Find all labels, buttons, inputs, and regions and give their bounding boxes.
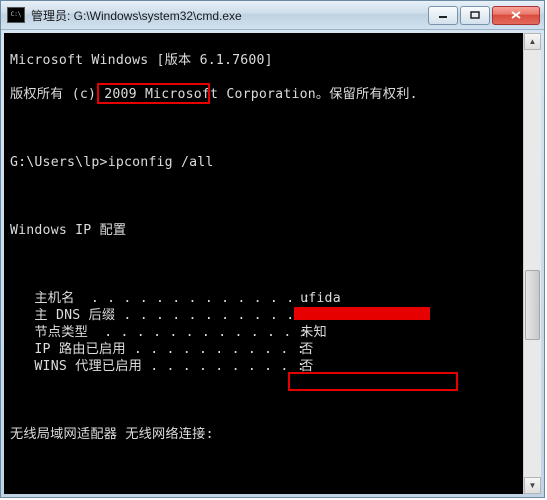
blank-line	[10, 392, 519, 409]
config-row: 主 DNS 后缀 . . . . . . . . . . . :	[10, 307, 519, 324]
heading-adapter: 无线局域网适配器 无线网络连接:	[10, 426, 519, 443]
line-copyright: 版权所有 (c) 2009 Microsoft Corporation。保留所有…	[10, 86, 519, 103]
scroll-down-button[interactable]: ▼	[524, 477, 541, 494]
config-row: IP 路由已启用 . . . . . . . . . . : 否	[10, 341, 519, 358]
config-value: 否	[292, 341, 314, 358]
close-button[interactable]	[492, 6, 540, 25]
console-client-area: Microsoft Windows [版本 6.1.7600] 版权所有 (c)…	[1, 30, 544, 497]
config-value: ufida	[292, 290, 341, 307]
heading-ipconfig: Windows IP 配置	[10, 222, 519, 239]
minimize-icon	[438, 11, 448, 19]
maximize-button[interactable]	[460, 6, 490, 25]
scroll-up-button[interactable]: ▲	[524, 33, 541, 50]
scroll-thumb[interactable]	[525, 270, 540, 340]
window-frame: 管理员: G:\Windows\system32\cmd.exe Microso…	[0, 0, 545, 498]
close-icon	[511, 11, 521, 19]
config-row: 主机名 . . . . . . . . . . . . . : ufida	[10, 290, 519, 307]
config-label: WINS 代理已启用 . . . . . . . . . :	[10, 358, 292, 375]
config-label: 节点类型 . . . . . . . . . . . . :	[10, 324, 292, 341]
blank-line	[10, 188, 519, 205]
prompt-line: G:\Users\lp>ipconfig /all	[10, 154, 519, 171]
minimize-button[interactable]	[428, 6, 458, 25]
typed-command: ipconfig /all	[108, 155, 214, 170]
line-version: Microsoft Windows [版本 6.1.7600]	[10, 52, 519, 69]
config-row: 节点类型 . . . . . . . . . . . . : 未知	[10, 324, 519, 341]
config-value: 未知	[292, 324, 327, 341]
vertical-scrollbar[interactable]: ▲ ▼	[523, 33, 541, 494]
config-label: IP 路由已启用 . . . . . . . . . . :	[10, 341, 292, 358]
config-value: 否	[292, 358, 314, 375]
titlebar[interactable]: 管理员: G:\Windows\system32\cmd.exe	[1, 1, 544, 30]
config-row: WINS 代理已启用 . . . . . . . . . : 否	[10, 358, 519, 375]
config-label: 主 DNS 后缀 . . . . . . . . . . . :	[10, 307, 292, 324]
maximize-icon	[470, 11, 480, 19]
config-label: 主机名 . . . . . . . . . . . . . :	[10, 290, 292, 307]
window-buttons	[428, 6, 540, 25]
scroll-track[interactable]	[524, 50, 541, 477]
console-output[interactable]: Microsoft Windows [版本 6.1.7600] 版权所有 (c)…	[4, 33, 523, 494]
blank-line	[10, 120, 519, 137]
blank-line	[10, 460, 519, 477]
prompt-path: G:\Users\lp>	[10, 155, 108, 170]
cmd-icon	[7, 7, 25, 23]
blank-line	[10, 256, 519, 273]
window-title: 管理员: G:\Windows\system32\cmd.exe	[31, 7, 428, 24]
